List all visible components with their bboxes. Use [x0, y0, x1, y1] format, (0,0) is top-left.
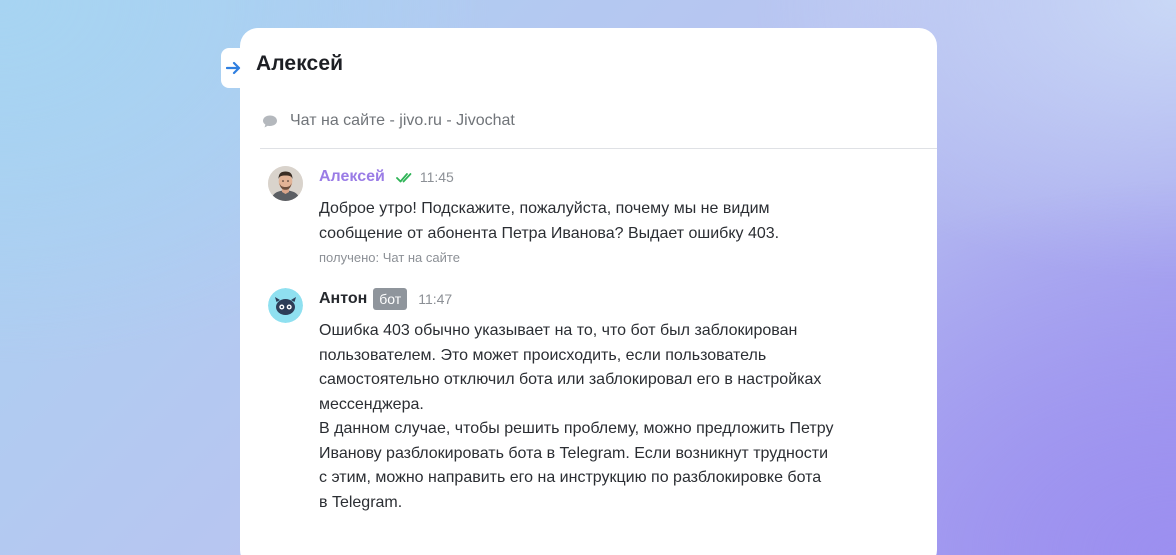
channel-label: Чат на сайте - jivo.ru - Jivochat — [290, 112, 515, 129]
contact-name: Алексей — [256, 52, 344, 75]
arrow-right-icon — [226, 61, 242, 75]
message-time: 11:45 — [419, 169, 454, 185]
received-via: получено: Чат на сайте — [319, 250, 460, 265]
divider — [260, 148, 937, 149]
chat-bubble-icon — [262, 114, 278, 129]
double-check-icon — [395, 172, 414, 183]
message-text: Доброе утро! Подскажите, пожалуйста, поч… — [319, 200, 780, 242]
incoming-indicator[interactable] — [221, 48, 247, 88]
channel-info: Чат на сайте - jivo.ru - Jivochat — [262, 112, 515, 130]
bot-badge: бот — [373, 288, 408, 310]
message-author[interactable]: Антон — [319, 290, 367, 308]
user-avatar — [268, 166, 303, 201]
message-author[interactable]: Алексей — [319, 168, 385, 186]
message-text: Ошибка 403 обычно указывает на то, что б… — [319, 322, 834, 511]
bot-avatar — [268, 288, 303, 323]
message-time: 11:47 — [418, 291, 453, 307]
